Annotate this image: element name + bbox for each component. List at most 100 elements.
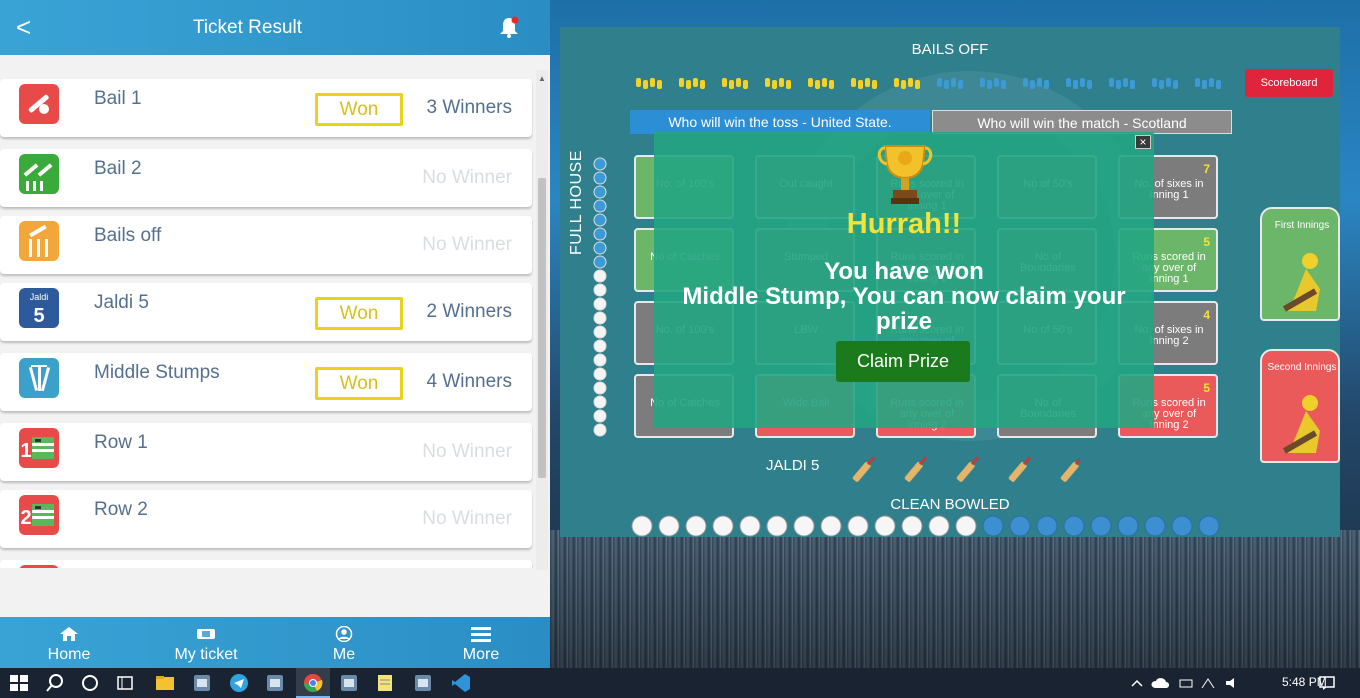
full-house-label: FULL HOUSE xyxy=(568,150,585,255)
card-number: 7 xyxy=(1203,162,1210,176)
tab-my-ticket[interactable]: My ticket xyxy=(151,617,261,668)
tab-me[interactable]: Me xyxy=(289,617,399,668)
bat-icon xyxy=(1008,456,1032,482)
tab-more[interactable]: More xyxy=(426,617,536,668)
bat-icon xyxy=(956,456,980,482)
match-prediction-tab[interactable]: Who will win the match - Scotland xyxy=(932,110,1232,134)
close-button[interactable]: × xyxy=(1135,135,1151,149)
winners-count: 4 Winners xyxy=(426,371,512,392)
jaldi5-bats xyxy=(852,456,1080,482)
toss-prediction-tab[interactable]: Who will win the toss - United State. xyxy=(630,110,930,134)
notification-center-icon[interactable] xyxy=(1319,675,1335,691)
chrome-icon[interactable] xyxy=(302,672,324,694)
full-house-dot xyxy=(593,325,607,339)
home-icon xyxy=(60,627,78,641)
second-innings-card[interactable]: Second Innings xyxy=(1260,349,1340,463)
search-icon[interactable] xyxy=(44,672,66,694)
full-house-dot xyxy=(593,353,607,367)
claim-prize-button[interactable]: Claim Prize xyxy=(836,341,970,382)
result-row[interactable]: Jaldi 5 Jaldi 5 Won 2 Winners xyxy=(0,283,532,341)
won-badge: Won xyxy=(315,93,403,126)
result-row[interactable]: Bail 1 Won 3 Winners xyxy=(0,79,532,137)
bat-icon xyxy=(904,456,928,482)
windows-start-icon[interactable] xyxy=(8,672,30,694)
full-house-dot xyxy=(593,311,607,325)
result-row[interactable]: 1 Row 1 No Winner xyxy=(0,423,532,481)
clean-bowled-ball xyxy=(1198,515,1220,537)
jaldi5-label: JALDI 5 xyxy=(766,457,820,474)
clean-bowled-ball xyxy=(928,515,950,537)
app-icon[interactable] xyxy=(338,672,360,694)
popup-message: You have won Middle Stump, You can now c… xyxy=(654,259,1154,334)
first-innings-label: First Innings xyxy=(1274,220,1330,231)
notepad-icon[interactable] xyxy=(374,672,396,694)
cortana-icon[interactable] xyxy=(79,672,101,694)
menu-icon xyxy=(471,627,491,642)
full-house-dot xyxy=(593,157,607,171)
full-house-dot xyxy=(593,367,607,381)
row2-icon: 2 xyxy=(19,495,59,535)
full-house-dot xyxy=(593,241,607,255)
clean-bowled-ball xyxy=(766,515,788,537)
batsman-icon xyxy=(1282,395,1320,454)
bail-mark xyxy=(679,78,705,89)
result-row[interactable]: Bail 2 No Winner xyxy=(0,149,532,207)
scrollbar-thumb[interactable] xyxy=(538,178,546,478)
card-number: 5 xyxy=(1203,235,1210,249)
result-name: Bail 1 xyxy=(94,88,142,109)
first-innings-card[interactable]: First Innings xyxy=(1260,207,1340,321)
clean-bowled-ball xyxy=(874,515,896,537)
clean-bowled-ball xyxy=(658,515,680,537)
user-icon xyxy=(335,626,353,642)
game-panel: BAILS OFF Scoreboard Who will win the to… xyxy=(550,0,1360,668)
telegram-icon[interactable] xyxy=(228,672,250,694)
app-icon[interactable] xyxy=(412,672,434,694)
popup-title: Hurrah!! xyxy=(846,208,962,240)
clean-bowled-ball xyxy=(631,515,653,537)
jaldi5-icon: Jaldi 5 xyxy=(19,288,59,328)
clean-bowled-ball xyxy=(712,515,734,537)
clean-bowled-ball xyxy=(685,515,707,537)
won-badge: Won xyxy=(315,367,403,400)
bail-mark xyxy=(722,78,748,89)
tab-home[interactable]: Home xyxy=(14,617,124,668)
result-name: Middle Stumps xyxy=(94,362,220,383)
result-name: Bail 2 xyxy=(94,158,142,179)
winners-count: 2 Winners xyxy=(426,301,512,322)
bat-icon xyxy=(852,456,876,482)
full-house-dot xyxy=(593,381,607,395)
bails-icon xyxy=(19,154,59,194)
tab-label: Me xyxy=(332,646,356,663)
clean-bowled-progress xyxy=(631,515,1220,537)
clean-bowled-ball xyxy=(847,515,869,537)
clean-bowled-ball xyxy=(1009,515,1031,537)
result-name: Row 2 xyxy=(94,499,148,520)
result-row[interactable]: Bails off No Winner xyxy=(0,216,532,274)
scrollbar[interactable]: ▲ xyxy=(536,70,548,570)
task-view-icon[interactable] xyxy=(114,672,136,694)
app-icon[interactable] xyxy=(264,672,286,694)
vscode-icon[interactable] xyxy=(450,672,472,694)
app-icon[interactable] xyxy=(191,672,213,694)
row1-icon: 1 xyxy=(19,428,59,468)
full-house-dot xyxy=(593,255,607,269)
file-explorer-icon[interactable] xyxy=(154,672,176,694)
bell-icon[interactable] xyxy=(498,15,520,39)
tab-label: My ticket xyxy=(174,646,238,663)
full-house-dot xyxy=(593,297,607,311)
scroll-up-icon[interactable]: ▲ xyxy=(538,74,546,83)
clean-bowled-label: CLEAN BOWLED xyxy=(890,496,1010,513)
screen: < Ticket Result Bail 1 Won 3 Winners Bail 2… xyxy=(0,0,1360,698)
full-house-progress xyxy=(593,157,607,437)
full-house-dot xyxy=(593,199,607,213)
row3-icon xyxy=(19,565,59,568)
result-row[interactable] xyxy=(0,560,532,568)
bails-off-icon xyxy=(19,221,59,261)
popup-message-line1: You have won xyxy=(824,258,984,285)
result-row[interactable]: 2 Row 2 No Winner xyxy=(0,490,532,548)
tab-label: Home xyxy=(47,646,91,663)
scoreboard-button[interactable]: Scoreboard xyxy=(1245,69,1333,97)
full-house-dot xyxy=(593,395,607,409)
result-row[interactable]: Middle Stumps Won 4 Winners xyxy=(0,353,532,411)
result-name: Bails off xyxy=(94,225,162,246)
